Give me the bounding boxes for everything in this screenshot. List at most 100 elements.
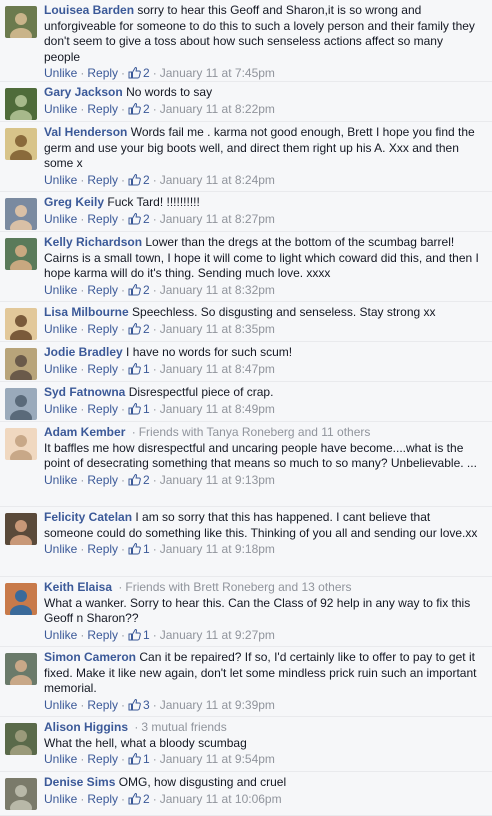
comment-timestamp[interactable]: January 11 at 8:35pm xyxy=(160,322,275,336)
like-thumb-icon xyxy=(128,473,141,485)
unlike-link[interactable]: Unlike xyxy=(44,402,77,416)
avatar[interactable] xyxy=(5,128,37,160)
comment-timestamp[interactable]: January 11 at 9:13pm xyxy=(160,473,275,487)
unlike-link[interactable]: Unlike xyxy=(44,698,77,712)
comment-timestamp[interactable]: January 11 at 8:22pm xyxy=(160,102,275,116)
action-separator: · xyxy=(121,101,126,116)
comment-author-link[interactable]: Kelly Richardson xyxy=(44,235,142,249)
like-count[interactable]: 2 xyxy=(128,173,150,187)
comment-author-link[interactable]: Louisea Barden xyxy=(44,3,134,17)
comment-timestamp[interactable]: January 11 at 8:49pm xyxy=(160,402,275,416)
reply-link[interactable]: Reply xyxy=(87,322,118,336)
reply-link[interactable]: Reply xyxy=(87,752,118,766)
like-count[interactable]: 2 xyxy=(128,283,150,297)
like-count[interactable]: 2 xyxy=(128,102,150,116)
comment-author-link[interactable]: Syd Fatnowna xyxy=(44,385,125,399)
like-count[interactable]: 1 xyxy=(128,402,150,416)
unlike-link[interactable]: Unlike xyxy=(44,473,77,487)
reply-link[interactable]: Reply xyxy=(87,362,118,376)
action-separator: · xyxy=(152,321,157,336)
reply-link[interactable]: Reply xyxy=(87,66,118,80)
reply-link[interactable]: Reply xyxy=(87,173,118,187)
avatar[interactable] xyxy=(5,778,37,810)
unlike-link[interactable]: Unlike xyxy=(44,66,77,80)
like-count[interactable]: 2 xyxy=(128,792,150,806)
action-separator: · xyxy=(80,791,85,806)
like-count[interactable]: 2 xyxy=(128,473,150,487)
comment-actions: Unlike · Reply · 2 · January 11 at 8:24pm xyxy=(44,173,482,189)
reply-link[interactable]: Reply xyxy=(87,102,118,116)
like-count[interactable]: 3 xyxy=(128,698,150,712)
reply-link[interactable]: Reply xyxy=(87,283,118,297)
avatar[interactable] xyxy=(5,388,37,420)
avatar[interactable] xyxy=(5,308,37,340)
unlike-link[interactable]: Unlike xyxy=(44,322,77,336)
comment-timestamp[interactable]: January 11 at 9:54pm xyxy=(160,752,275,766)
like-count[interactable]: 1 xyxy=(128,542,150,556)
comment-author-link[interactable]: Jodie Bradley xyxy=(44,345,123,359)
reply-link[interactable]: Reply xyxy=(87,212,118,226)
comment-author-link[interactable]: Lisa Milbourne xyxy=(44,305,129,319)
avatar[interactable] xyxy=(5,583,37,615)
comment-timestamp[interactable]: January 11 at 8:32pm xyxy=(160,283,275,297)
comment-timestamp[interactable]: January 11 at 9:18pm xyxy=(160,542,275,556)
reply-link[interactable]: Reply xyxy=(87,628,118,642)
avatar[interactable] xyxy=(5,723,37,755)
comment-author-link[interactable]: Keith Elaisa xyxy=(44,580,112,594)
like-count[interactable]: 1 xyxy=(128,628,150,642)
like-count[interactable]: 2 xyxy=(128,322,150,336)
comment-timestamp[interactable]: January 11 at 8:27pm xyxy=(160,212,275,226)
unlike-link[interactable]: Unlike xyxy=(44,542,77,556)
like-count[interactable]: 1 xyxy=(128,362,150,376)
reply-link[interactable]: Reply xyxy=(87,473,118,487)
like-count[interactable]: 2 xyxy=(128,66,150,80)
unlike-link[interactable]: Unlike xyxy=(44,628,77,642)
unlike-link[interactable]: Unlike xyxy=(44,752,77,766)
like-count[interactable]: 2 xyxy=(128,212,150,226)
avatar[interactable] xyxy=(5,348,37,380)
comment-timestamp[interactable]: January 11 at 8:24pm xyxy=(160,173,275,187)
unlike-link[interactable]: Unlike xyxy=(44,212,77,226)
reply-link[interactable]: Reply xyxy=(87,402,118,416)
comment-author-link[interactable]: Simon Cameron xyxy=(44,650,136,664)
comment-timestamp[interactable]: January 11 at 9:39pm xyxy=(160,698,275,712)
reply-link[interactable]: Reply xyxy=(87,698,118,712)
comment-author-link[interactable]: Felicity Catelan xyxy=(44,510,132,524)
comment-actions: Unlike · Reply · 2 · January 11 at 9:13pm xyxy=(44,473,482,489)
comment-author-link[interactable]: Gary Jackson xyxy=(44,85,123,99)
avatar[interactable] xyxy=(5,513,37,545)
comment-timestamp[interactable]: January 11 at 8:47pm xyxy=(160,362,275,376)
unlike-link[interactable]: Unlike xyxy=(44,362,77,376)
like-count[interactable]: 1 xyxy=(128,752,150,766)
comment-author-link[interactable]: Adam Kember xyxy=(44,425,125,439)
action-separator: · xyxy=(152,101,157,116)
comment-author-link[interactable]: Val Henderson xyxy=(44,125,127,139)
avatar[interactable] xyxy=(5,428,37,460)
avatar[interactable] xyxy=(5,6,37,38)
comment-author-link[interactable]: Alison Higgins xyxy=(44,720,128,734)
like-count-value: 2 xyxy=(143,101,150,116)
avatar[interactable] xyxy=(5,238,37,270)
comment-body: Gary Jackson No words to say Unlike · Reply… xyxy=(44,85,482,117)
comment-author-link[interactable]: Greg Keily xyxy=(44,195,104,209)
action-separator: · xyxy=(152,361,157,376)
action-separator: · xyxy=(80,101,85,116)
comment-timestamp[interactable]: January 11 at 9:27pm xyxy=(160,628,275,642)
action-separator: · xyxy=(80,752,85,766)
unlike-link[interactable]: Unlike xyxy=(44,283,77,297)
reply-link[interactable]: Reply xyxy=(87,792,118,806)
avatar[interactable] xyxy=(5,198,37,230)
comment-timestamp[interactable]: January 11 at 7:45pm xyxy=(160,66,275,80)
reply-link[interactable]: Reply xyxy=(87,542,118,556)
action-separator: · xyxy=(152,172,157,187)
like-thumb-icon xyxy=(128,792,141,804)
comment-author-link[interactable]: Denise Sims xyxy=(44,775,115,789)
unlike-link[interactable]: Unlike xyxy=(44,792,77,806)
unlike-link[interactable]: Unlike xyxy=(44,102,77,116)
avatar[interactable] xyxy=(5,88,37,120)
comment-timestamp[interactable]: January 11 at 10:06pm xyxy=(160,792,282,806)
avatar[interactable] xyxy=(5,653,37,685)
like-thumb-icon xyxy=(128,102,141,114)
unlike-link[interactable]: Unlike xyxy=(44,173,77,187)
action-separator: · xyxy=(152,66,157,80)
